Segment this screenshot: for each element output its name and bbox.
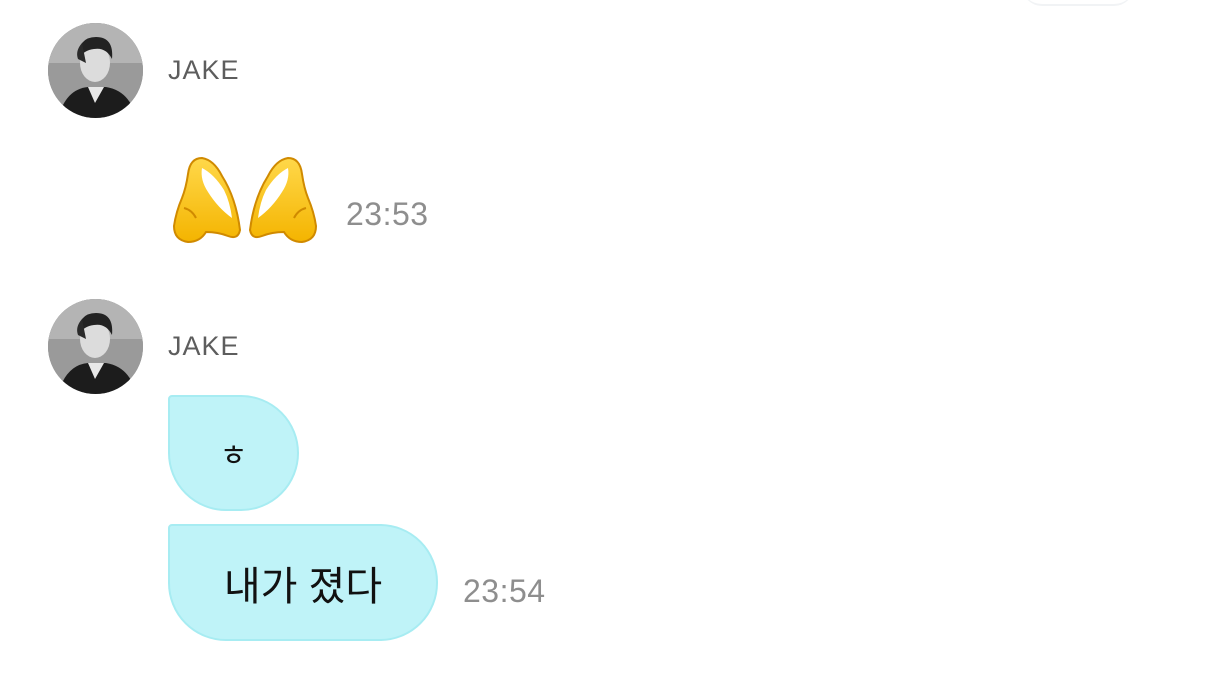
- message-text: 내가 졌다: [223, 564, 383, 609]
- avatar[interactable]: [48, 23, 143, 118]
- portrait-image: [48, 23, 143, 118]
- message-time: 23:54: [463, 573, 546, 609]
- message-bubble[interactable]: 내가 졌다: [168, 524, 438, 641]
- message-time: 23:53: [346, 196, 429, 232]
- portrait-image: [48, 299, 143, 394]
- previous-bubble-edge: [1022, 0, 1134, 6]
- sender-name: JAKE: [168, 331, 240, 361]
- chat-view: JAKE 23:53 JAKE ㅎ 내가 졌다 23:54: [0, 0, 1206, 673]
- heart-hands-emoji-icon: [172, 156, 318, 244]
- message-text: ㅎ: [219, 440, 248, 473]
- avatar[interactable]: [48, 299, 143, 394]
- message-bubble[interactable]: ㅎ: [168, 395, 299, 511]
- sender-name: JAKE: [168, 55, 240, 85]
